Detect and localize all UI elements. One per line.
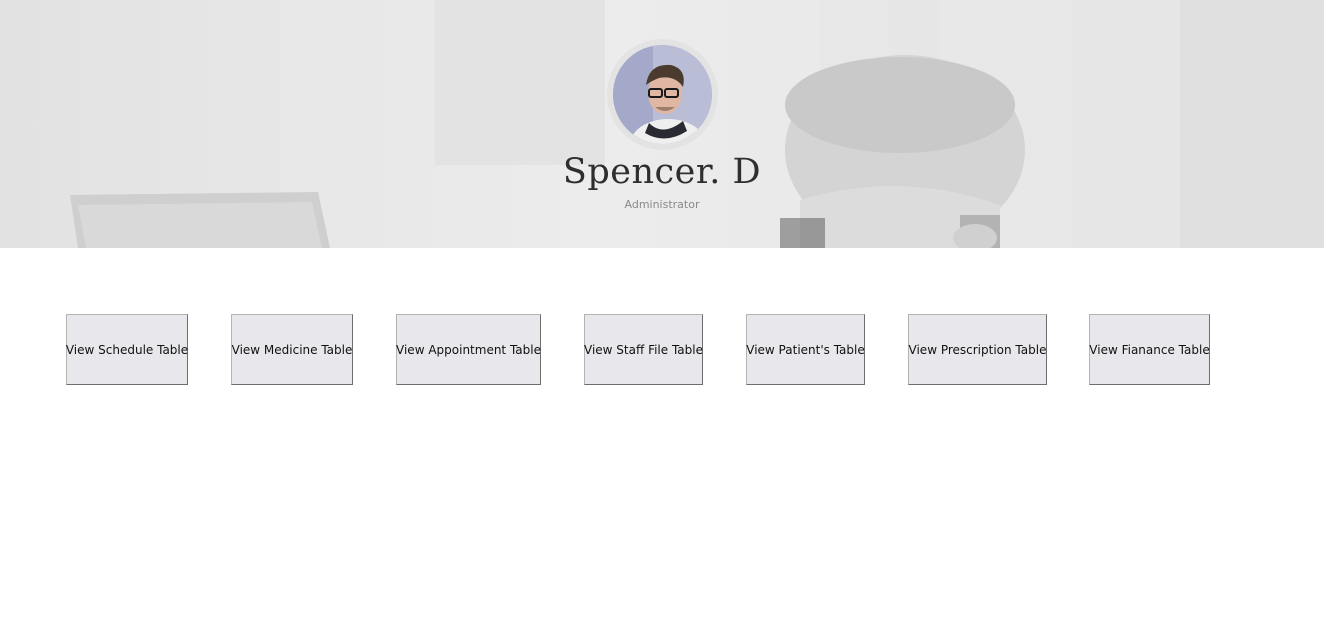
profile-name: Spencer. D: [562, 152, 762, 192]
avatar: [613, 45, 712, 144]
view-medicine-table-button[interactable]: View Medicine Table: [231, 314, 353, 385]
view-appointment-table-button[interactable]: View Appointment Table: [396, 314, 541, 385]
view-prescription-table-button[interactable]: View Prescription Table: [908, 314, 1047, 385]
view-finance-table-button[interactable]: View Fianance Table: [1089, 314, 1210, 385]
profile-banner: Spencer. D Administrator: [0, 0, 1324, 248]
view-patients-table-button[interactable]: View Patient's Table: [746, 314, 865, 385]
profile-role: Administrator: [624, 198, 700, 211]
view-staff-file-table-button[interactable]: View Staff File Table: [584, 314, 703, 385]
view-schedule-table-button[interactable]: View Schedule Table: [66, 314, 188, 385]
avatar-ring: [607, 39, 718, 150]
